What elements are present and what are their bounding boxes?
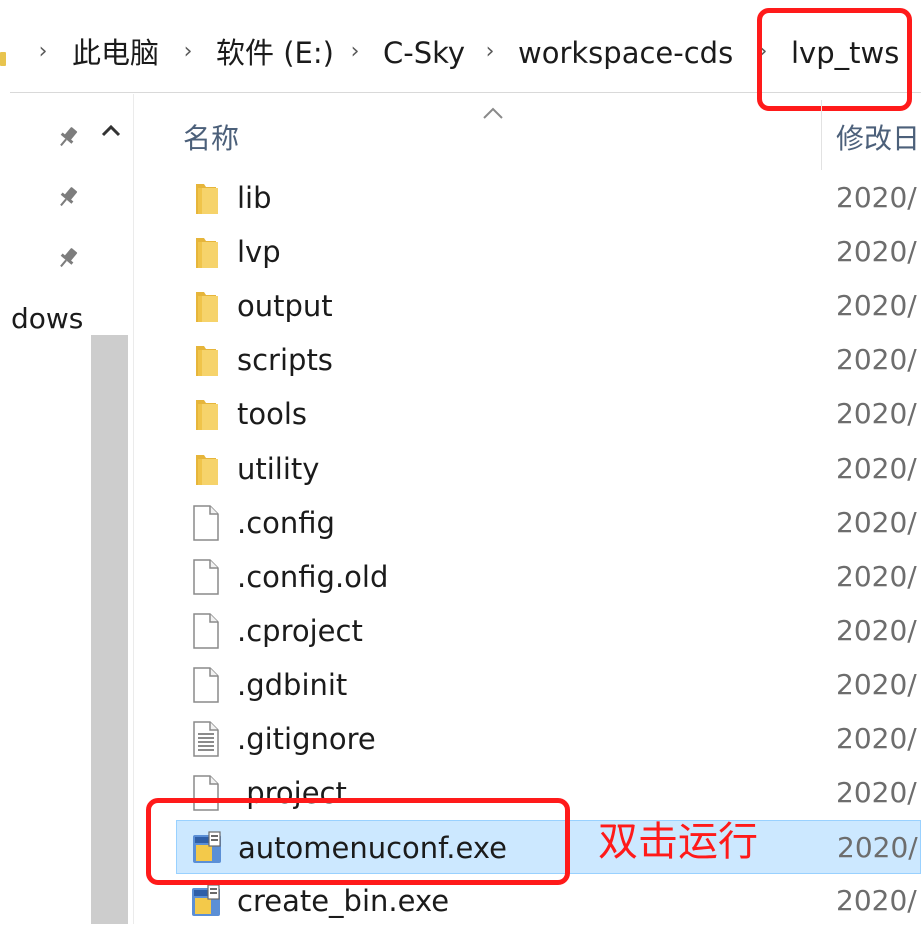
file-name[interactable]: .gdbinit bbox=[237, 665, 347, 705]
annotation-label: 双击运行 bbox=[598, 819, 758, 865]
file-date-modified: 2020/ bbox=[836, 343, 917, 377]
annotation-highlight-automenuconf bbox=[146, 798, 570, 885]
file-name[interactable]: lvp bbox=[237, 232, 281, 272]
file-name[interactable]: .config bbox=[237, 503, 335, 543]
chevron-right-icon[interactable]: › bbox=[348, 39, 362, 65]
chevron-right-icon[interactable]: › bbox=[36, 39, 50, 65]
file-date-modified: 2020/ bbox=[836, 776, 917, 810]
file-name[interactable]: create_bin.exe bbox=[237, 881, 449, 921]
file-row[interactable]: tools 2020/ bbox=[176, 387, 921, 441]
breadcrumb-drive-e[interactable]: 软件 (E:) bbox=[216, 34, 334, 72]
pane-divider[interactable] bbox=[133, 94, 134, 924]
file-name[interactable]: utility bbox=[237, 449, 319, 489]
file-row[interactable]: .config 2020/ bbox=[176, 496, 921, 550]
file-name[interactable]: tools bbox=[237, 394, 307, 434]
nav-scrollbar-thumb[interactable] bbox=[91, 335, 128, 924]
file-date-modified: 2020/ bbox=[836, 451, 917, 485]
file-date-modified: 2020/ bbox=[836, 613, 917, 647]
file-row[interactable]: utility 2020/ bbox=[176, 442, 921, 496]
file-row[interactable]: .gitignore 2020/ bbox=[176, 712, 921, 766]
chevron-right-icon[interactable]: › bbox=[483, 39, 497, 65]
file-icon bbox=[190, 665, 222, 705]
folder-icon bbox=[190, 232, 222, 272]
file-name[interactable]: lib bbox=[237, 178, 272, 218]
folder-icon bbox=[190, 394, 222, 434]
file-row[interactable]: .gdbinit 2020/ bbox=[176, 658, 921, 712]
file-date-modified: 2020/ bbox=[836, 722, 917, 755]
folder-icon bbox=[190, 449, 222, 489]
file-name[interactable]: scripts bbox=[237, 340, 333, 380]
file-date-modified: 2020/ bbox=[837, 831, 918, 865]
breadcrumb-workspace-cds[interactable]: workspace-cds bbox=[518, 34, 733, 72]
file-name[interactable]: .config.old bbox=[237, 557, 388, 597]
folder-icon-partial bbox=[0, 52, 6, 66]
pin-icon[interactable] bbox=[55, 184, 81, 210]
file-date-modified: 2020/ bbox=[836, 289, 917, 323]
folder-icon bbox=[190, 340, 222, 380]
file-row[interactable]: lvp 2020/ bbox=[176, 225, 921, 279]
file-row[interactable]: lib 2020/ bbox=[176, 171, 921, 225]
column-header-date-modified[interactable]: 修改日 bbox=[836, 120, 920, 158]
column-divider[interactable] bbox=[821, 100, 822, 170]
file-row[interactable]: output 2020/ bbox=[176, 279, 921, 333]
file-icon bbox=[190, 557, 222, 597]
breadcrumb-c-sky[interactable]: C-Sky bbox=[383, 34, 465, 72]
text-file-icon bbox=[190, 719, 222, 759]
file-name[interactable]: output bbox=[237, 286, 333, 326]
file-date-modified: 2020/ bbox=[836, 505, 917, 539]
file-row[interactable]: .cproject 2020/ bbox=[176, 604, 921, 658]
file-row[interactable]: scripts 2020/ bbox=[176, 333, 921, 387]
exe-file-icon bbox=[190, 881, 222, 921]
file-date-modified: 2020/ bbox=[836, 667, 917, 701]
file-date-modified: 2020/ bbox=[836, 559, 917, 593]
column-header-name[interactable]: 名称 bbox=[183, 120, 239, 158]
file-date-modified: 2020/ bbox=[836, 235, 917, 269]
file-date-modified: 2020/ bbox=[836, 397, 917, 431]
folder-icon bbox=[190, 286, 222, 326]
file-icon bbox=[190, 611, 222, 651]
folder-icon bbox=[190, 178, 222, 218]
file-row[interactable]: .config.old 2020/ bbox=[176, 550, 921, 604]
annotation-highlight-lvp-tws bbox=[757, 8, 912, 111]
file-icon bbox=[190, 503, 222, 543]
file-date-modified: 2020/ bbox=[836, 884, 917, 918]
file-date-modified: 2020/ bbox=[836, 181, 917, 214]
breadcrumb-this-pc[interactable]: 此电脑 bbox=[72, 34, 159, 72]
pin-icon[interactable] bbox=[55, 124, 81, 150]
chevron-right-icon[interactable]: › bbox=[181, 39, 195, 65]
sort-ascending-icon bbox=[483, 107, 503, 119]
nav-item-partial[interactable]: dows bbox=[11, 300, 83, 338]
pin-icon[interactable] bbox=[55, 245, 81, 271]
scroll-up-icon[interactable] bbox=[96, 116, 126, 146]
file-name[interactable]: .cproject bbox=[237, 611, 363, 651]
file-name[interactable]: .gitignore bbox=[237, 719, 376, 759]
